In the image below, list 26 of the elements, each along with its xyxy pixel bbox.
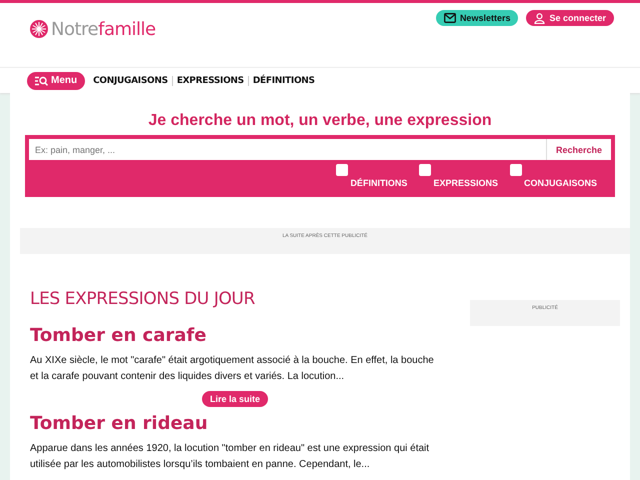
checkbox[interactable] <box>419 164 432 176</box>
nav-link[interactable]: DÉFINITIONS <box>248 76 319 86</box>
search-button[interactable]: Recherche <box>546 139 611 160</box>
newsletter-button[interactable]: Newsletters <box>436 10 518 26</box>
search-field[interactable]: Ex: pain, manger, ... <box>29 139 547 160</box>
section-title: LES EXPRESSIONS DU JOUR <box>30 289 256 309</box>
article-title[interactable]: Tomber en carafe <box>30 325 440 346</box>
filter-label[interactable]: DÉFINITIONS <box>350 178 408 188</box>
search-title: Je cherche un mot, un verbe, une expression <box>147 112 493 130</box>
menu-search-icon <box>35 76 48 86</box>
checkbox[interactable] <box>336 164 348 176</box>
checkbox[interactable] <box>510 164 522 176</box>
filter-label[interactable]: EXPRESSIONS <box>433 178 498 188</box>
flower-icon <box>30 20 48 38</box>
nav-link[interactable]: EXPRESSIONS <box>172 76 248 86</box>
menu-button[interactable]: Menu <box>27 72 86 90</box>
user-icon <box>534 12 546 24</box>
filter-label[interactable]: CONJUGAISONS <box>524 178 597 188</box>
nav-link[interactable]: CONJUGAISONS <box>89 76 172 86</box>
article-title[interactable]: Tomber en rideau <box>30 413 440 434</box>
article-excerpt: Au XIXe siècle, le mot "carafe" était argotiquement associé à la bouche. En effet, la bouche et la carafe pouvant contenir des liquides divers et variés. La locution... <box>30 354 435 384</box>
logo-text[interactable]: Notrefamille <box>51 18 156 40</box>
read-more-button[interactable]: Lire la suite <box>202 391 268 407</box>
envelope-icon <box>444 13 456 23</box>
article-excerpt: Apparue dans les années 1920, la locution "tomber en rideau" est une expression qui était utilisée par les automobilistes lorsqu’ils tombaient en panne. Cependant, le... <box>30 442 430 472</box>
login-button[interactable]: Se connecter <box>526 10 614 26</box>
